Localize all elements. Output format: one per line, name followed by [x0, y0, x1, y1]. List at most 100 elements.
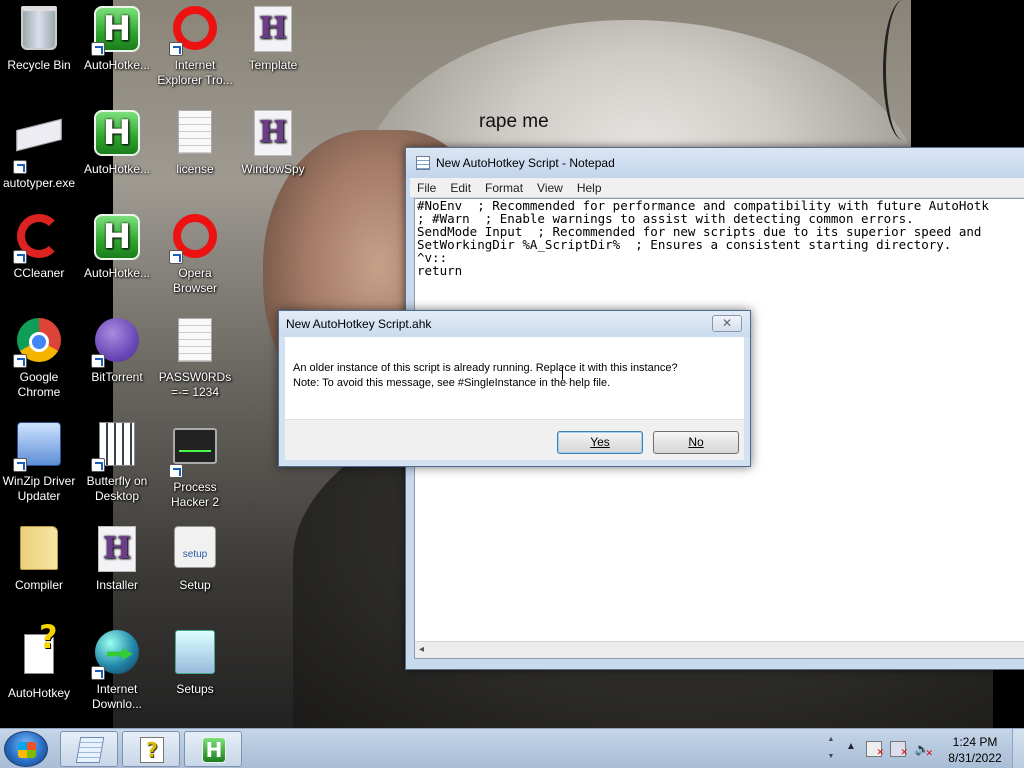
- desktop-icon-license[interactable]: license: [156, 110, 234, 177]
- desktop-icon-label: Internet Explorer Tro...: [157, 58, 233, 87]
- autohotkey-dialog[interactable]: New AutoHotkey Script.ahk ✕ An older ins…: [278, 310, 751, 467]
- shortcut-arrow-icon: [13, 160, 27, 174]
- desktop-icon-internet-explorer[interactable]: Internet Explorer Tro...: [156, 6, 234, 88]
- desktop-icon-compiler[interactable]: Compiler: [0, 526, 78, 593]
- desktop-icon-setups[interactable]: Setups: [156, 630, 234, 697]
- desktop-icon-bittorrent[interactable]: BitTorrent: [78, 318, 156, 385]
- desktop-icon-label: Setups: [176, 682, 214, 696]
- desktop-icon-autohotkey-3[interactable]: H AutoHotke...: [78, 214, 156, 281]
- wallpaper-cord: [883, 0, 923, 140]
- desktop-icon-label: Setup: [179, 578, 211, 592]
- desktop-icon-label: BitTorrent: [91, 370, 143, 384]
- desktop-icon-label: Installer: [95, 578, 139, 592]
- ahk-script-icon: H: [254, 110, 292, 156]
- desktop-icon-label: Recycle Bin: [7, 58, 71, 72]
- menu-format[interactable]: Format: [478, 181, 530, 195]
- dialog-message-line-1: An older instance of this script is alre…: [293, 362, 678, 374]
- no-button-label: No: [688, 435, 704, 449]
- shortcut-arrow-icon: [13, 250, 27, 264]
- desktop-icon-process-hacker[interactable]: Process Hacker 2: [156, 422, 234, 510]
- menu-file[interactable]: File: [410, 181, 443, 195]
- desktop-icon-opera[interactable]: Opera Browser: [156, 214, 234, 296]
- windows-logo-icon: [18, 742, 36, 758]
- desktop-icon-internet-download-manager[interactable]: Internet Downlo...: [78, 630, 156, 712]
- desktop-icon-label: Google Chrome: [17, 370, 61, 399]
- shortcut-arrow-icon: [169, 464, 183, 478]
- system-clock[interactable]: 1:24 PM 8/31/2022: [938, 734, 1012, 766]
- desktop-icon-butterfly[interactable]: Butterfly on Desktop: [78, 422, 156, 504]
- shortcut-arrow-icon: [91, 666, 105, 680]
- start-button[interactable]: [4, 731, 48, 767]
- action-center-flag-icon[interactable]: [866, 741, 884, 760]
- horizontal-scrollbar[interactable]: ◂: [415, 641, 1024, 658]
- desktop-icon-label: Process Hacker 2: [170, 480, 220, 509]
- keyboard-icon: [16, 118, 62, 152]
- text-document-icon: [178, 110, 212, 154]
- desktop-icon-label: Template: [248, 58, 298, 72]
- desktop-icon-autohotkey-1[interactable]: H AutoHotke...: [78, 6, 156, 73]
- notepad-icon: [75, 737, 105, 763]
- desktop-icon-label: autotyper.exe: [2, 176, 76, 190]
- scroll-left-icon[interactable]: ◂: [419, 644, 424, 655]
- dialog-footer: Yes No: [285, 419, 744, 460]
- desktop-icon-label: WindowSpy: [241, 162, 305, 176]
- desktop-icon-setup[interactable]: setup Setup: [156, 526, 234, 593]
- ahk-script-icon: H: [254, 6, 292, 52]
- desktop-icon-autohotkey-2[interactable]: H AutoHotke...: [78, 110, 156, 177]
- volume-icon[interactable]: 🔈: [914, 741, 933, 761]
- shortcut-arrow-icon: [169, 250, 183, 264]
- shortcut-arrow-icon: [91, 458, 105, 472]
- taskbar: ? H ▲▼ ▲ 🔈 1:24 PM 8/31/2022: [0, 728, 1024, 768]
- autohotkey-icon: H: [94, 214, 140, 260]
- menu-help[interactable]: Help: [570, 181, 609, 195]
- notepad-content[interactable]: #NoEnv ; Recommended for performance and…: [415, 199, 1024, 277]
- autohotkey-icon: H: [94, 110, 140, 156]
- desktop-icon-recycle-bin[interactable]: Recycle Bin: [0, 6, 78, 73]
- folder-icon: [20, 526, 58, 570]
- desktop-icon-label: PASSW0RDs =-= 1234: [158, 370, 232, 399]
- dialog-message-line-2: Note: To avoid this message, see #Single…: [293, 377, 611, 389]
- shortcut-arrow-icon: [13, 458, 27, 472]
- desktop-icon-label: WinZip Driver Updater: [2, 474, 76, 503]
- notepad-icon: [416, 156, 430, 170]
- desktop-icon-label: Compiler: [14, 578, 63, 592]
- taskbar-button-autohotkey[interactable]: H: [184, 731, 242, 767]
- shortcut-arrow-icon: [91, 42, 105, 56]
- text-document-icon: [178, 318, 212, 362]
- clock-time: 1:24 PM: [952, 735, 998, 749]
- desktop-icon-autohotkey-help[interactable]: ? AutoHotkey: [0, 621, 78, 701]
- desktop-icon-google-chrome[interactable]: Google Chrome: [0, 318, 78, 400]
- desktop-icon-template[interactable]: H Template: [234, 6, 312, 73]
- shortcut-arrow-icon: [169, 42, 183, 56]
- network-icon[interactable]: [890, 741, 908, 760]
- desktop-icon-label: Butterfly on Desktop: [86, 474, 148, 503]
- desktop-icon-windowspy[interactable]: H WindowSpy: [234, 110, 312, 177]
- menu-edit[interactable]: Edit: [443, 181, 478, 195]
- menu-view[interactable]: View: [530, 181, 570, 195]
- dialog-titlebar[interactable]: New AutoHotkey Script.ahk: [279, 311, 750, 337]
- show-desktop-button[interactable]: [1012, 729, 1024, 768]
- no-button[interactable]: No: [653, 431, 739, 454]
- ahk-script-icon: H: [98, 526, 136, 572]
- taskbar-button-autohotkey-help[interactable]: ?: [122, 731, 180, 767]
- desktop-icon-label: AutoHotke...: [83, 162, 151, 176]
- notepad-titlebar[interactable]: New AutoHotkey Script - Notepad: [406, 148, 1024, 178]
- setup-icon: setup: [174, 526, 216, 568]
- desktop-icon-label: AutoHotke...: [83, 266, 151, 280]
- desktop-icon-installer[interactable]: H Installer: [78, 526, 156, 593]
- taskbar-scroll[interactable]: ▲ ▼: [825, 731, 837, 767]
- dialog-title: New AutoHotkey Script.ahk: [286, 317, 432, 331]
- close-icon[interactable]: ✕: [712, 315, 742, 332]
- wallpaper-caption: rape me: [479, 111, 549, 132]
- desktop-icon-winzip-driver-updater[interactable]: WinZip Driver Updater: [0, 422, 78, 504]
- desktop-icon-passwords[interactable]: PASSW0RDs =-= 1234: [156, 318, 234, 400]
- yes-button[interactable]: Yes: [557, 431, 643, 454]
- clock-date: 8/31/2022: [948, 751, 1002, 765]
- desktop-icon-autotyper[interactable]: autotyper.exe: [0, 110, 78, 191]
- yes-button-label: Yes: [590, 435, 610, 449]
- taskbar-button-notepad[interactable]: [60, 731, 118, 767]
- notepad-title: New AutoHotkey Script - Notepad: [436, 156, 615, 170]
- desktop-icon-ccleaner[interactable]: CCleaner: [0, 214, 78, 281]
- shortcut-arrow-icon: [13, 354, 27, 368]
- show-hidden-icons-button[interactable]: ▲: [846, 741, 856, 752]
